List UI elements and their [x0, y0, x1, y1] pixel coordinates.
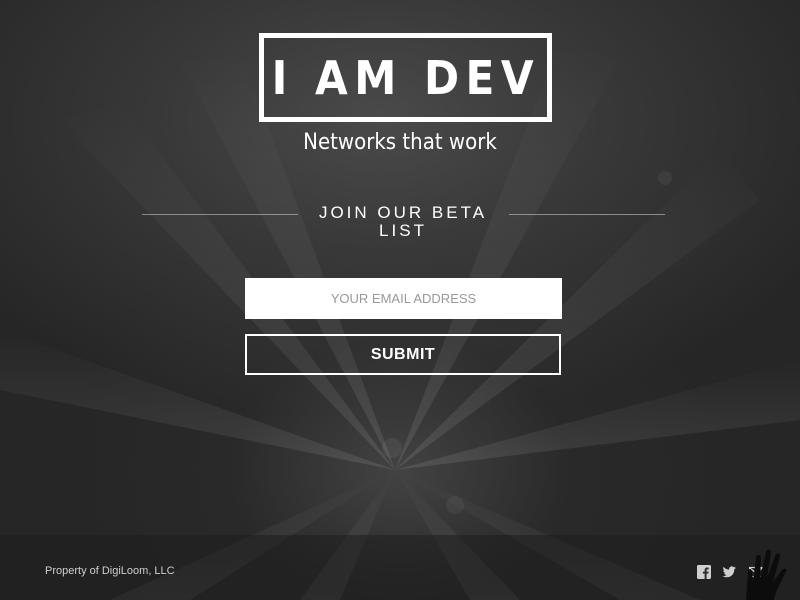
email-input[interactable] — [245, 278, 562, 319]
tagline: Networks that work — [303, 130, 497, 155]
logo-text: I AM DEV — [271, 50, 540, 105]
facebook-icon[interactable] — [697, 565, 711, 579]
submit-button[interactable]: SUBMIT — [245, 334, 561, 375]
twitter-icon[interactable] — [722, 565, 736, 579]
beta-list-heading: JOIN OUR BETA LIST — [318, 203, 488, 240]
footer: Property of DigiLoom, LLC — [0, 535, 800, 600]
divider-left — [142, 214, 298, 215]
divider-right — [509, 214, 665, 215]
email-icon[interactable] — [749, 565, 763, 579]
copyright-text: Property of DigiLoom, LLC — [45, 565, 175, 577]
logo: I AM DEV — [259, 33, 552, 122]
